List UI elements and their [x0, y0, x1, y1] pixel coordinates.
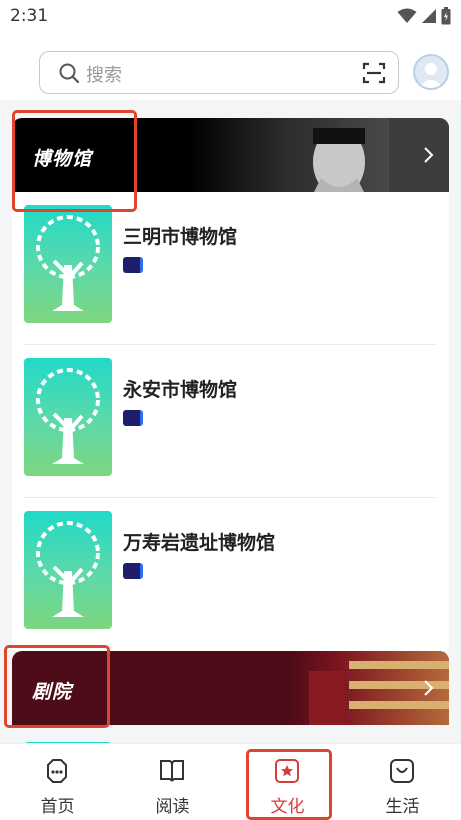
- statue-image: [189, 118, 449, 192]
- chevron-right-icon: [424, 680, 434, 696]
- location-badge-icon: [123, 257, 143, 273]
- chevron-right-icon: [424, 147, 434, 163]
- money-tree-icon: [36, 368, 100, 464]
- theatre-section-banner[interactable]: 剧院: [12, 651, 449, 725]
- museum-section-banner[interactable]: 博物馆: [12, 118, 449, 192]
- museum-name: 永安市博物馆: [123, 379, 238, 401]
- list-item[interactable]: 永安市博物馆: [12, 345, 449, 498]
- list-item[interactable]: 三明市博物馆: [12, 192, 449, 345]
- money-tree-icon: [36, 521, 100, 617]
- star-icon: [275, 759, 299, 783]
- search-input[interactable]: 搜索: [86, 61, 122, 87]
- nav-home[interactable]: 首页: [0, 744, 115, 820]
- culture-content: 博物馆 三明市博物馆 永安市博物馆 万寿岩遗址博物馆 剧院: [0, 100, 461, 743]
- top-header: 搜索: [0, 32, 461, 100]
- status-time: 2:31: [10, 6, 49, 26]
- bag-icon: [390, 759, 414, 783]
- museum-thumbnail: [24, 358, 112, 476]
- search-bar[interactable]: 搜索: [39, 51, 399, 94]
- avatar-icon: [419, 63, 443, 88]
- location-badge-icon: [123, 563, 143, 579]
- wifi-icon: [397, 8, 417, 23]
- signal-icon: [422, 9, 436, 23]
- museum-name: 三明市博物馆: [123, 226, 238, 248]
- list-item[interactable]: 万寿岩遗址博物馆: [12, 498, 449, 651]
- nav-reading[interactable]: 阅读: [115, 744, 230, 820]
- nav-reading-label: 阅读: [155, 797, 190, 817]
- scan-icon[interactable]: [362, 61, 386, 85]
- status-icons: [397, 6, 451, 26]
- theatre-section-title: 剧院: [32, 681, 73, 703]
- bottom-nav: 首页 阅读 文化 生活: [0, 743, 461, 820]
- museum-thumbnail: [24, 511, 112, 629]
- status-bar: 2:31: [0, 0, 461, 32]
- museum-section-title: 博物馆: [32, 148, 93, 170]
- museum-list: 三明市博物馆 永安市博物馆 万寿岩遗址博物馆: [12, 192, 449, 651]
- museum-name: 万寿岩遗址博物馆: [123, 532, 276, 554]
- nav-life[interactable]: 生活: [345, 744, 460, 820]
- battery-icon: [441, 7, 451, 25]
- book-icon: [160, 760, 184, 782]
- nav-culture-label: 文化: [270, 797, 305, 817]
- museum-thumbnail: [24, 205, 112, 323]
- location-badge-icon: [123, 410, 143, 426]
- money-tree-icon: [36, 215, 100, 311]
- nav-life-label: 生活: [385, 797, 420, 817]
- chat-face-icon: [47, 759, 67, 783]
- user-avatar[interactable]: [413, 54, 449, 90]
- nav-culture[interactable]: 文化: [230, 744, 345, 820]
- nav-home-label: 首页: [40, 797, 75, 817]
- search-icon: [59, 63, 80, 84]
